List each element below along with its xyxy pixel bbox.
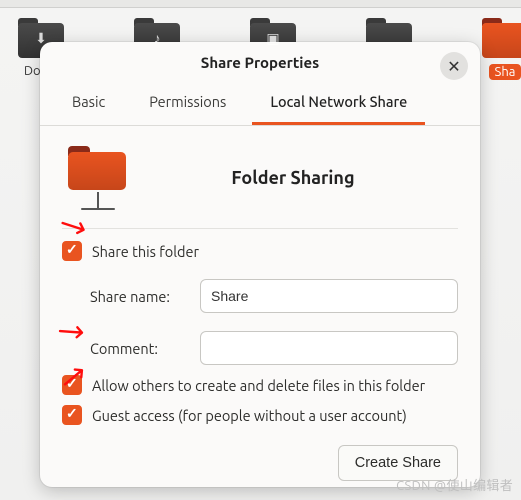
- allow-others-checkbox[interactable]: [62, 375, 82, 395]
- guest-access-checkbox[interactable]: [62, 405, 82, 425]
- guest-access-label: Guest access (for people without a user …: [92, 407, 407, 424]
- tab-basic[interactable]: Basic: [54, 83, 123, 125]
- share-this-folder-label: Share this folder: [92, 243, 199, 260]
- dialog-title: Share Properties: [201, 54, 319, 71]
- tab-permissions[interactable]: Permissions: [131, 83, 244, 125]
- share-name-row: Share name:: [90, 279, 458, 313]
- window-topbar: [0, 0, 521, 8]
- network-folder-icon: [62, 146, 134, 210]
- close-button[interactable]: ✕: [440, 52, 468, 80]
- download-glyph-icon: ⬇: [35, 30, 47, 47]
- share-properties-dialog: Share Properties ✕ Basic Permissions Loc…: [40, 42, 480, 487]
- watermark: CSDN @使山编辑者: [396, 475, 513, 494]
- tab-local-network-share[interactable]: Local Network Share: [252, 83, 425, 125]
- share-name-label: Share name:: [90, 288, 188, 305]
- comment-input[interactable]: [200, 331, 458, 365]
- dialog-body: Folder Sharing Share this folder Share n…: [40, 126, 480, 497]
- folder-label: Sha: [489, 64, 521, 80]
- allow-others-label: Allow others to create and delete files …: [92, 377, 425, 394]
- share-name-input[interactable]: [200, 279, 458, 313]
- comment-row: Comment:: [90, 331, 458, 365]
- share-this-folder-row[interactable]: Share this folder: [62, 241, 458, 261]
- comment-label: Comment:: [90, 340, 188, 357]
- tabs: Basic Permissions Local Network Share: [40, 83, 480, 126]
- divider: [62, 228, 458, 229]
- folder-share[interactable]: Sha: [482, 18, 521, 80]
- image-glyph-icon: ▣: [266, 30, 279, 47]
- dialog-header: Share Properties ✕: [40, 42, 480, 83]
- hero: Folder Sharing: [62, 140, 458, 224]
- music-glyph-icon: ♪: [154, 30, 161, 46]
- allow-others-row[interactable]: Allow others to create and delete files …: [62, 375, 458, 395]
- share-this-folder-checkbox[interactable]: [62, 241, 82, 261]
- folder-icon: [482, 18, 521, 58]
- guest-access-row[interactable]: Guest access (for people without a user …: [62, 405, 458, 425]
- close-icon: ✕: [447, 57, 460, 76]
- hero-title: Folder Sharing: [158, 168, 428, 188]
